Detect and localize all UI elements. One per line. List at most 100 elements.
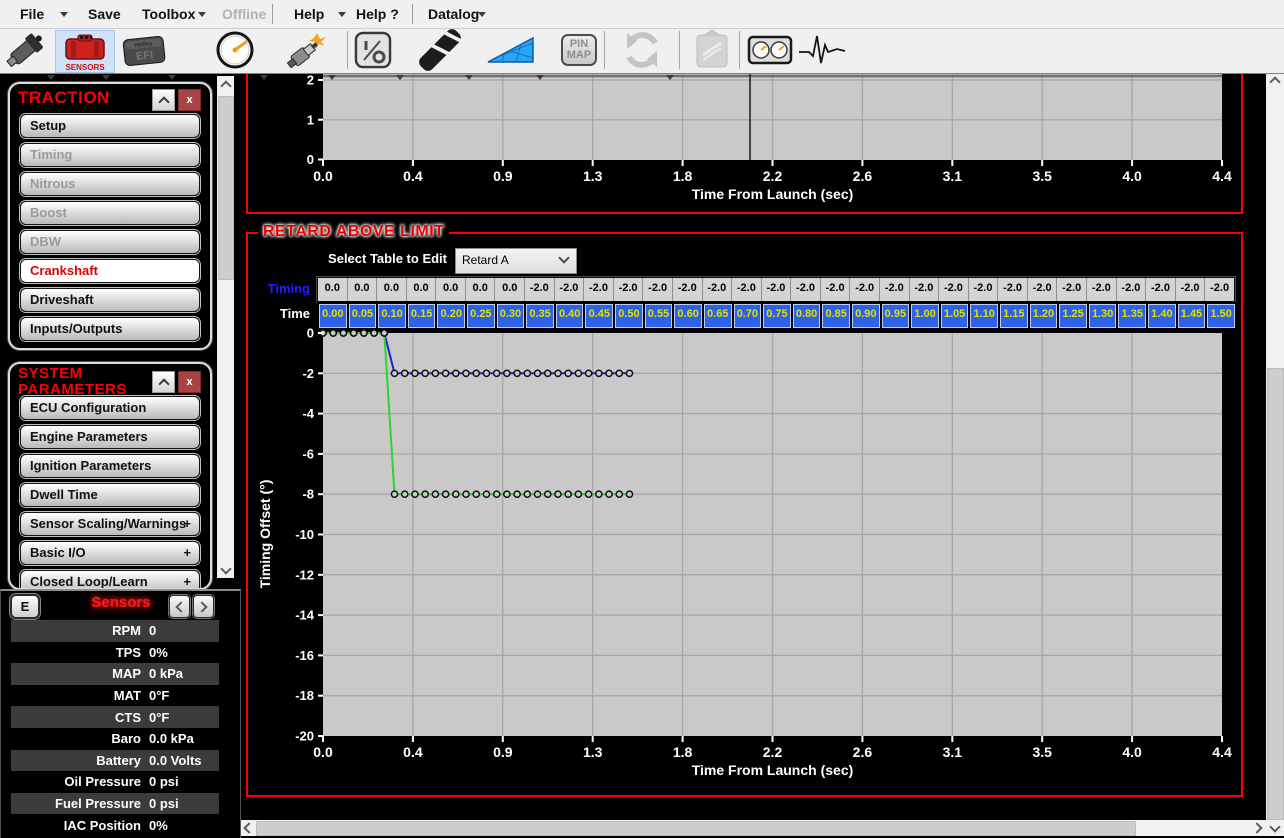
time-cell[interactable]: 0.60 xyxy=(674,304,702,328)
scroll-down-icon[interactable] xyxy=(217,562,234,578)
collapse-button[interactable] xyxy=(152,89,175,111)
launch-chart[interactable]: 2100.00.40.91.31.82.22.63.13.54.04.4Time… xyxy=(250,72,1240,212)
sidebar-button-dwell-time[interactable]: Dwell Time xyxy=(20,483,200,507)
time-cell[interactable]: 1.45 xyxy=(1178,304,1206,328)
collapse-button[interactable] xyxy=(152,371,175,393)
time-cell[interactable]: 0.25 xyxy=(467,304,495,328)
main-horizontal-scrollbar[interactable] xyxy=(240,820,1266,836)
toolbar-fuel-injector-button[interactable] xyxy=(3,30,47,70)
horizontal-scrollbar-thumb[interactable] xyxy=(256,821,1136,836)
timing-cell[interactable]: -2.0 xyxy=(910,278,940,301)
close-icon[interactable]: x xyxy=(178,89,201,111)
menu-file[interactable]: File xyxy=(20,0,44,28)
toolbar-pin-map-button[interactable]: PIN MAP xyxy=(556,30,602,70)
timing-cell[interactable]: -2.0 xyxy=(584,278,614,301)
timing-cell[interactable]: -2.0 xyxy=(969,278,999,301)
timing-cell[interactable]: -2.0 xyxy=(555,278,585,301)
scroll-up-icon[interactable] xyxy=(217,76,234,92)
timing-cell[interactable]: -2.0 xyxy=(998,278,1028,301)
timing-cell[interactable]: -2.0 xyxy=(791,278,821,301)
time-cell[interactable]: 0.15 xyxy=(408,304,436,328)
timing-cell[interactable]: -2.0 xyxy=(850,278,880,301)
sensors-prev-button[interactable] xyxy=(169,595,190,618)
timing-cell[interactable]: -2.0 xyxy=(1205,278,1234,301)
sidebar-button-closed-loop-learn[interactable]: Closed Loop/Learn+ xyxy=(20,570,200,590)
time-cell[interactable]: 0.95 xyxy=(882,304,910,328)
time-cell[interactable]: 0.70 xyxy=(734,304,762,328)
time-cell[interactable]: 1.15 xyxy=(1000,304,1028,328)
time-cell[interactable]: 1.25 xyxy=(1059,304,1087,328)
time-cell[interactable]: 0.90 xyxy=(852,304,880,328)
time-cell[interactable]: 0.05 xyxy=(349,304,377,328)
sidebar-button-inputs-outputs[interactable]: Inputs/Outputs xyxy=(20,317,200,341)
toolbar-io-button[interactable] xyxy=(352,30,394,70)
time-cell[interactable]: 0.20 xyxy=(437,304,465,328)
menu-help-question[interactable]: Help ? xyxy=(356,0,399,28)
timing-cell[interactable]: 0.0 xyxy=(436,278,466,301)
time-cell[interactable]: 0.35 xyxy=(526,304,554,328)
time-cell[interactable]: 1.40 xyxy=(1148,304,1176,328)
timing-cell[interactable]: 0.0 xyxy=(466,278,496,301)
time-cell[interactable]: 0.75 xyxy=(763,304,791,328)
time-cell[interactable]: 0.30 xyxy=(497,304,525,328)
timing-cell[interactable]: 0.0 xyxy=(407,278,437,301)
menu-datalog[interactable]: Datalog xyxy=(428,0,479,28)
vertical-scrollbar-thumb[interactable] xyxy=(1267,368,1284,820)
sidebar-button-setup[interactable]: Setup xyxy=(20,114,200,138)
table-select-dropdown[interactable]: Retard A xyxy=(455,248,577,274)
toolbar-efi-ecu-button[interactable]: Holley EFI xyxy=(120,30,168,70)
time-cell[interactable]: 1.20 xyxy=(1030,304,1058,328)
timing-cell[interactable]: -2.0 xyxy=(525,278,555,301)
timing-cell[interactable]: -2.0 xyxy=(1117,278,1147,301)
toolbar-gauge-button[interactable] xyxy=(212,30,258,70)
toolbar-spark-plug-button[interactable] xyxy=(283,30,327,70)
menu-help[interactable]: Help xyxy=(294,0,324,28)
timing-cell[interactable]: -2.0 xyxy=(939,278,969,301)
timing-cell[interactable]: -2.0 xyxy=(614,278,644,301)
time-cell[interactable]: 1.10 xyxy=(970,304,998,328)
timing-cell[interactable]: -2.0 xyxy=(762,278,792,301)
timing-cell[interactable]: -2.0 xyxy=(732,278,762,301)
scroll-left-icon[interactable] xyxy=(240,820,255,836)
timing-cell[interactable]: -2.0 xyxy=(1176,278,1206,301)
timing-cell[interactable]: -2.0 xyxy=(880,278,910,301)
time-cell[interactable]: 1.35 xyxy=(1118,304,1146,328)
timing-cell[interactable]: 0.0 xyxy=(377,278,407,301)
time-cell[interactable]: 0.80 xyxy=(793,304,821,328)
timing-cell[interactable]: -2.0 xyxy=(1087,278,1117,301)
sidebar-scrollbar[interactable] xyxy=(217,76,234,578)
sidebar-button-basic-i-o[interactable]: Basic I/O+ xyxy=(20,541,200,565)
scroll-right-icon[interactable] xyxy=(1251,820,1266,836)
toolbar-sensors-button[interactable]: SENSORS xyxy=(55,30,115,73)
time-cell[interactable]: 1.30 xyxy=(1089,304,1117,328)
timing-cell[interactable]: -2.0 xyxy=(703,278,733,301)
sidebar-scrollbar-thumb[interactable] xyxy=(218,96,234,280)
close-icon[interactable]: x xyxy=(178,371,201,393)
scroll-up-icon[interactable] xyxy=(1266,72,1284,88)
sidebar-button-engine-parameters[interactable]: Engine Parameters xyxy=(20,425,200,449)
timing-cell[interactable]: -2.0 xyxy=(643,278,673,301)
timing-cell[interactable]: -2.0 xyxy=(673,278,703,301)
menu-toolbox[interactable]: Toolbox xyxy=(142,0,195,28)
time-cell[interactable]: 0.10 xyxy=(378,304,406,328)
time-cell[interactable]: 0.40 xyxy=(556,304,584,328)
toolbar-3d-table-button[interactable] xyxy=(486,30,536,70)
timing-cell[interactable]: -2.0 xyxy=(1146,278,1176,301)
toolbar-gauges-panel-button[interactable] xyxy=(746,30,794,70)
sidebar-button-crankshaft[interactable]: Crankshaft xyxy=(20,259,200,283)
retard-chart[interactable]: 0-2-4-6-8-10-12-14-16-18-200.00.40.91.31… xyxy=(250,326,1240,788)
time-cell[interactable]: 1.05 xyxy=(941,304,969,328)
time-cell[interactable]: 0.45 xyxy=(585,304,613,328)
time-cell[interactable]: 0.65 xyxy=(704,304,732,328)
timing-cell[interactable]: 0.0 xyxy=(348,278,378,301)
time-cell[interactable]: 1.00 xyxy=(911,304,939,328)
timing-cell[interactable]: 0.0 xyxy=(318,278,348,301)
sensors-next-button[interactable] xyxy=(193,595,214,618)
toolbar-scope-button[interactable] xyxy=(797,30,847,70)
timing-cell[interactable]: 0.0 xyxy=(495,278,525,301)
timing-cell[interactable]: -2.0 xyxy=(821,278,851,301)
main-vertical-scrollbar[interactable] xyxy=(1266,72,1284,836)
sidebar-button-driveshaft[interactable]: Driveshaft xyxy=(20,288,200,312)
sidebar-button-sensor-scaling-warnings[interactable]: Sensor Scaling/Warnings+ xyxy=(20,512,200,536)
time-cell[interactable]: 0.50 xyxy=(615,304,643,328)
